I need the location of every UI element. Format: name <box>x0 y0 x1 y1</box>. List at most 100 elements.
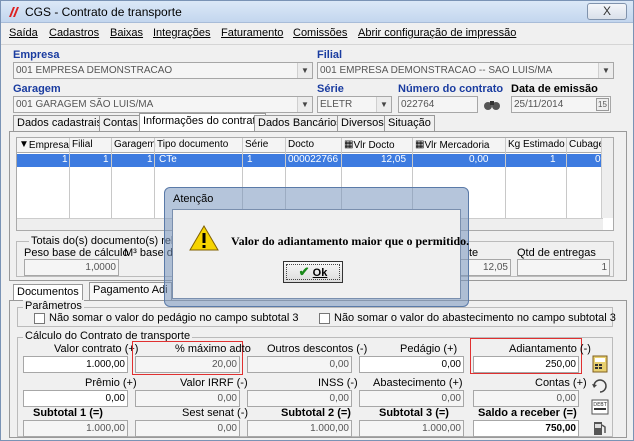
col-vlr-docto[interactable]: ▦ Vlr Docto <box>344 139 395 151</box>
qtd-entregas-label: Qtd de entregas <box>517 247 596 259</box>
garagem-value: 001 GARAGEM SÃO LUIS/MA <box>16 99 154 110</box>
irrf-label: Valor IRRF (-) <box>180 377 248 389</box>
window-title: CGS - Contrato de transporte <box>25 5 182 19</box>
saldo-label: Saldo a receber (=) <box>478 407 577 419</box>
subtotal3-label: Subtotal 3 (=) <box>379 407 449 419</box>
max-adto-field: 20,00 <box>135 356 240 373</box>
calculator-icon[interactable] <box>590 355 610 373</box>
app-logo-icon <box>9 7 19 17</box>
col-tipo-documento[interactable]: Tipo documento <box>157 139 228 150</box>
empresa-select[interactable]: 001 EMPRESA DEMONSTRACAO ▼ <box>13 62 313 79</box>
outros-label: Outros descontos (-) <box>267 343 368 355</box>
debit-icon[interactable]: DEBT <box>590 398 610 416</box>
alert-dialog: Valor do adiantamento maior que o permit… <box>172 209 469 299</box>
ok-button[interactable]: ✔ Ok <box>283 261 343 283</box>
col-kg-estimado[interactable]: Kg Estimado <box>508 139 565 150</box>
filial-label: Filial <box>317 49 343 61</box>
menu-comissoes[interactable]: Comissões <box>293 27 347 39</box>
valor-contrato-label: Valor contrato (+) <box>54 343 139 355</box>
table-row[interactable]: 1 1 1 CTe 1 000022766 12,05 0,00 1 0 <box>17 154 603 167</box>
chk-abastecimento-label: Não somar o valor do abastecimento no ca… <box>334 312 616 324</box>
col-filial[interactable]: Filial <box>72 139 93 150</box>
qtd-entregas-field: 1 <box>517 259 610 276</box>
filial-select[interactable]: 001 EMPRESA DEMONSTRACAO -- SAO LUIS/MA ▼ <box>317 62 614 79</box>
numero-contrato-field[interactable]: 022764 <box>398 96 478 113</box>
tab-situacao[interactable]: Situação <box>384 115 435 131</box>
cell-empresa: 1 <box>62 154 68 165</box>
refresh-icon[interactable] <box>590 377 610 395</box>
warning-icon <box>189 225 219 251</box>
chk-pedagio[interactable] <box>34 313 45 324</box>
cell-tipo: CTe <box>159 154 177 165</box>
contas-label: Contas (+) <box>535 377 587 389</box>
cell-serie: 1 <box>247 154 253 165</box>
fuel-pump-icon[interactable] <box>590 419 610 437</box>
empresa-label: Empresa <box>13 49 60 61</box>
title-bar: CGS - Contrato de transporte X <box>1 1 633 23</box>
pedagio-label: Pedágio (+) <box>400 343 458 355</box>
pedagio-field[interactable]: 0,00 <box>359 356 464 373</box>
col-serie[interactable]: Série <box>245 139 268 150</box>
menu-integracoes[interactable]: Integrações <box>153 27 210 39</box>
irrf-field: 0,00 <box>135 390 240 407</box>
menu-bar: Saída Cadastros Baixas Integrações Fatur… <box>1 24 633 43</box>
svg-text:DEBT: DEBT <box>593 402 607 408</box>
params-title: Parâmetros <box>23 300 84 312</box>
calendar-icon[interactable]: 15 <box>596 98 609 111</box>
menu-cadastros[interactable]: Cadastros <box>49 27 99 39</box>
adiantamento-field[interactable]: 250,00 <box>473 356 579 373</box>
vertical-scrollbar[interactable] <box>601 138 613 218</box>
tab-pagamento-adiantamento[interactable]: Pagamento Adi <box>89 282 172 300</box>
grid-header: ▼ Empresa Filial Garagem Tipo documento … <box>17 138 613 153</box>
menu-faturamento[interactable]: Faturamento <box>221 27 283 39</box>
subtotal2-field: 1.000,00 <box>247 420 352 437</box>
valor-contrato-field[interactable]: 1.000,00 <box>23 356 128 373</box>
cell-vlr-mercadoria: 0,00 <box>469 154 489 165</box>
numero-label: Número do contrato <box>398 83 504 95</box>
menu-saida[interactable]: Saída <box>9 27 38 39</box>
serie-select[interactable]: ELETR ▼ <box>317 96 392 113</box>
contas-field: 0,00 <box>473 390 579 407</box>
focus-rect <box>286 264 340 280</box>
close-icon: X <box>602 4 611 18</box>
col-garagem[interactable]: Garagem <box>114 139 156 150</box>
tab-contas[interactable]: Contas <box>99 115 142 131</box>
tab-dados-bancarios[interactable]: Dados Bancários <box>254 115 346 131</box>
abastecimento-field: 0,00 <box>359 390 464 407</box>
filial-value: 001 EMPRESA DEMONSTRACAO -- SAO LUIS/MA <box>320 65 553 76</box>
col-docto[interactable]: Docto <box>288 139 314 150</box>
tab-documentos[interactable]: Documentos <box>13 284 83 300</box>
col-vlr-mercadoria[interactable]: ▦ Vlr Mercadoria <box>415 139 489 151</box>
chk-abastecimento[interactable] <box>319 313 330 324</box>
tab-dados-cadastrais[interactable]: Dados cadastrais <box>13 115 106 131</box>
max-adto-label: % máximo adto <box>175 343 251 355</box>
data-emissao-label: Data de emissão <box>511 83 598 95</box>
peso-field: 1,0000 <box>24 259 119 276</box>
subtotal1-label: Subtotal 1 (=) <box>33 407 103 419</box>
inss-field: 0,00 <box>247 390 352 407</box>
garagem-label: Garagem <box>13 83 61 95</box>
saldo-field: 750,00 <box>473 420 579 437</box>
chevron-down-icon: ▼ <box>297 97 312 112</box>
col-empresa[interactable]: ▼ Empresa <box>19 139 69 151</box>
serie-value: ELETR <box>320 99 353 110</box>
empresa-value: 001 EMPRESA DEMONSTRACAO <box>16 65 173 76</box>
subtotal1-field: 1.000,00 <box>23 420 128 437</box>
adiantamento-label: Adiantamento (-) <box>509 343 591 355</box>
subtotal3-field: 1.000,00 <box>359 420 464 437</box>
menu-abrir-config[interactable]: Abrir configuração de impressão <box>358 27 516 39</box>
dialog-title: Atenção <box>173 193 214 205</box>
cell-filial: 1 <box>103 154 109 165</box>
premio-label: Prêmio (+) <box>85 377 137 389</box>
chk-pedagio-label: Não somar o valor do pedágio no campo su… <box>49 312 299 324</box>
peso-label: Peso base de cálculo <box>24 247 129 259</box>
close-button[interactable]: X <box>587 3 627 20</box>
premio-field[interactable]: 0,00 <box>23 390 128 407</box>
data-emissao-field[interactable]: 25/11/2014 15 <box>511 96 611 113</box>
tab-diversos[interactable]: Diversos <box>337 115 388 131</box>
tab-informacoes-contrato[interactable]: Informações do contrato <box>139 113 266 132</box>
binoculars-icon[interactable] <box>482 95 502 113</box>
abastecimento-label: Abastecimento (+) <box>373 377 463 389</box>
menu-baixas[interactable]: Baixas <box>110 27 143 39</box>
garagem-select[interactable]: 001 GARAGEM SÃO LUIS/MA ▼ <box>13 96 313 113</box>
